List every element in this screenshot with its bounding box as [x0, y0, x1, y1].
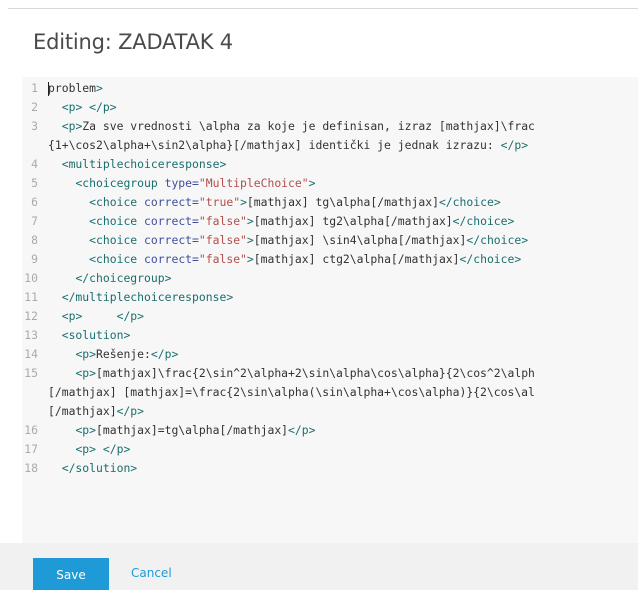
code-line[interactable]: 9 <choice correct="false">[mathjax] ctg2…	[22, 250, 638, 269]
line-text: <choice correct="false">[mathjax] \sin4\…	[89, 233, 529, 247]
line-number: 1	[31, 81, 38, 95]
code-editor[interactable]: 1 problem> 2 <p> </p> 3 <p>Za sve vrednosti…	[22, 77, 638, 543]
line-number: 15	[24, 366, 38, 380]
line-number: 13	[24, 328, 38, 342]
line-number: 2	[31, 100, 38, 114]
line-text: [/mathjax]</p>	[48, 404, 145, 418]
line-number: 12	[24, 309, 38, 323]
code-line[interactable]: 10 </choicegroup>	[22, 269, 638, 288]
code-line[interactable]: 5 <choicegroup type="MultipleChoice">	[22, 174, 638, 193]
line-text: <choice correct="false">[mathjax] ctg2\a…	[89, 252, 522, 266]
line-text: <multiplechoiceresponse>	[61, 157, 227, 171]
code-line[interactable]: 11 </multiplechoiceresponse>	[22, 288, 638, 307]
dialog-title: Editing: ZADATAK 4	[33, 30, 233, 54]
line-text: <p>[mathjax]=tg\alpha[/mathjax]</p>	[75, 423, 316, 437]
line-number: 6	[31, 195, 38, 209]
line-number: 4	[31, 157, 38, 171]
code-line[interactable]: 16 <p>[mathjax]=tg\alpha[/mathjax]</p>	[22, 421, 638, 440]
line-text: <p> </p>	[61, 100, 117, 114]
code-line[interactable]: 1 problem>	[22, 79, 638, 98]
line-text: <p> </p>	[75, 442, 131, 456]
code-line[interactable]: [/mathjax]</p>	[22, 402, 638, 421]
line-text: <choice correct="false">[mathjax] tg2\al…	[89, 214, 515, 228]
line-number: 16	[24, 423, 38, 437]
code-line[interactable]: {1+\cos2\alpha+\sin2\alpha}[/mathjax] id…	[22, 136, 638, 155]
line-text: <choicegroup type="MultipleChoice">	[75, 176, 316, 190]
line-text: <solution>	[61, 328, 131, 342]
line-text: </multiplechoiceresponse>	[61, 290, 234, 304]
line-text: <p>Rešenje:</p>	[75, 347, 179, 361]
line-text: <choice correct="true">[mathjax] tg\alph…	[89, 195, 501, 209]
line-text: <p>[mathjax]\frac{2\sin^2\alpha+2\sin\al…	[75, 366, 535, 380]
cancel-button[interactable]: Cancel	[131, 566, 172, 580]
line-text: </solution>	[61, 461, 138, 475]
code-line[interactable]: 8 <choice correct="false">[mathjax] \sin…	[22, 231, 638, 250]
code-line[interactable]: 2 <p> </p>	[22, 98, 638, 117]
line-number: 18	[24, 461, 38, 475]
line-text: problem>	[48, 81, 103, 95]
code-line[interactable]: 17 <p> </p>	[22, 440, 638, 459]
code-line[interactable]: 18 </solution>	[22, 459, 638, 478]
line-number: 10	[24, 271, 38, 285]
line-text: <p>Za sve vrednosti \alpha za koje je de…	[61, 119, 535, 133]
line-text: <p> </p>	[61, 309, 145, 323]
text-cursor	[48, 82, 49, 96]
save-button[interactable]: Save	[33, 558, 109, 590]
code-line[interactable]: 15 <p>[mathjax]\frac{2\sin^2\alpha+2\sin…	[22, 364, 638, 383]
line-number: 7	[31, 214, 38, 228]
code-line[interactable]: 12 <p> </p>	[22, 307, 638, 326]
line-number: 11	[24, 290, 38, 304]
edit-dialog: Editing: ZADATAK 4 1 problem> 2 <p> </p> 3 …	[0, 0, 638, 590]
code-line[interactable]: 3 <p>Za sve vrednosti \alpha za koje je …	[22, 117, 638, 136]
code-content[interactable]: 1 problem> 2 <p> </p> 3 <p>Za sve vrednosti…	[22, 77, 638, 543]
line-number: 5	[31, 176, 38, 190]
line-text: </choicegroup>	[75, 271, 172, 285]
code-line[interactable]: 7 <choice correct="false">[mathjax] tg2\…	[22, 212, 638, 231]
code-line[interactable]: 14 <p>Rešenje:</p>	[22, 345, 638, 364]
code-line[interactable]: [/mathjax] [mathjax]=\frac{2\sin\alpha(\…	[22, 383, 638, 402]
line-number: 8	[31, 233, 38, 247]
line-number: 3	[31, 119, 38, 133]
code-line[interactable]: 4 <multiplechoiceresponse>	[22, 155, 638, 174]
dialog-top-border	[8, 8, 638, 9]
code-line[interactable]: 6 <choice correct="true">[mathjax] tg\al…	[22, 193, 638, 212]
line-number: 14	[24, 347, 38, 361]
code-line[interactable]: 13 <solution>	[22, 326, 638, 345]
line-number: 9	[31, 252, 38, 266]
line-text: [/mathjax] [mathjax]=\frac{2\sin\alpha(\…	[48, 385, 535, 399]
line-text: {1+\cos2\alpha+\sin2\alpha}[/mathjax] id…	[48, 138, 529, 152]
line-number: 17	[24, 442, 38, 456]
